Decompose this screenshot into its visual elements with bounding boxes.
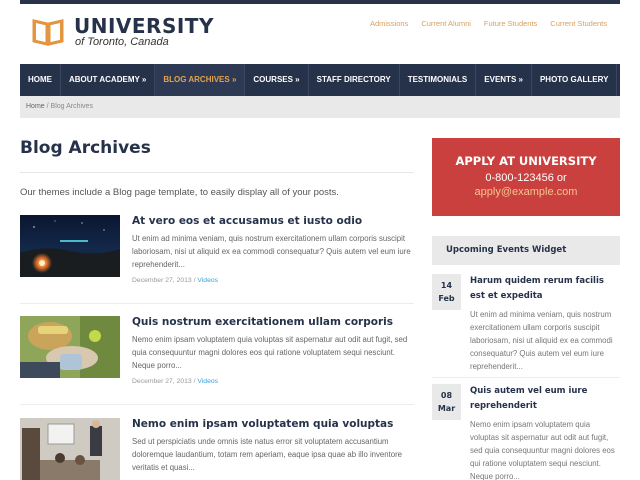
event-body: Harum quidem rerum facilis est et expedi… [470,274,620,373]
nav-item-testimonials[interactable]: TESTIMONIALS [400,64,477,96]
event-divider [432,377,620,378]
top-links: Admissions Current Alumni Future Student… [370,19,607,28]
post-category-link[interactable]: Videos [197,378,218,385]
post-body: Nemo enim ipsam voluptatem quia voluptas… [132,418,414,474]
post-title-link[interactable]: Quis nostrum exercitationem ullam corpor… [132,316,414,328]
post-thumbnail-workshop[interactable] [20,316,120,378]
top-link-current-students[interactable]: Current Students [550,19,607,28]
site-subtitle: of Toronto, Canada [75,36,169,48]
post-date: December 27, 2013 [132,277,192,284]
post-title-link[interactable]: At vero eos et accusamus et iusto odio [132,215,414,227]
post-body: At vero eos et accusamus et iusto odio U… [132,215,414,284]
event-title-link[interactable]: Harum quidem rerum facilis est et expedi… [470,274,620,304]
event-date-badge: 08 Mar [432,384,461,420]
post-excerpt: Nemo enim ipsam voluptatem quia voluptas… [132,335,408,370]
top-link-current-alumni[interactable]: Current Alumni [421,19,471,28]
event-month: Mar [437,404,456,413]
top-accent-bar [20,0,620,4]
post-category-link[interactable]: Videos [197,277,218,284]
post-divider [20,404,414,405]
event-day: 14 [440,281,453,290]
post-meta: December 27, 2013 / Videos [132,378,219,385]
post-date: December 27, 2013 [132,378,192,385]
apply-title: APPLY AT UNIVERSITY [455,154,597,168]
page-intro: Our themes include a Blog page template,… [20,187,339,198]
post-divider [20,303,414,304]
post-thumbnail-campfire-night[interactable] [20,215,120,277]
event-day: 08 [440,391,453,400]
nav-item-photo-gallery[interactable]: PHOTO GALLERY [532,64,618,96]
site-title[interactable]: UNIVERSITY [74,14,214,38]
post-excerpt: Ut enim ad minima veniam, quis nostrum e… [132,234,411,269]
event-title-link[interactable]: Quis autem vel eum iure reprehenderit [470,384,620,414]
event-month: Feb [438,294,455,303]
event-excerpt: Nemo enim ipsam voluptatem quia voluptas… [470,420,615,480]
nav-item-staff-directory[interactable]: STAFF DIRECTORY [309,64,400,96]
breadcrumb-home-link[interactable]: Home [26,103,45,110]
title-divider [20,172,414,173]
post-body: Quis nostrum exercitationem ullam corpor… [132,316,414,385]
apply-box: APPLY AT UNIVERSITY 0-800-123456 or appl… [432,138,620,216]
top-link-admissions[interactable]: Admissions [370,19,408,28]
nav-item-courses[interactable]: COURSES » [245,64,309,96]
post-thumbnail-classroom[interactable] [20,418,120,480]
post-excerpt: Sed ut perspiciatis unde omnis iste natu… [132,437,403,472]
event-body: Quis autem vel eum iure reprehenderit Ne… [470,384,620,480]
top-link-future-students[interactable]: Future Students [484,19,537,28]
post-title-link[interactable]: Nemo enim ipsam voluptatem quia voluptas [132,418,414,430]
nav-item-events[interactable]: EVENTS » [476,64,532,96]
post-meta: December 27, 2013 / Videos [132,277,219,284]
breadcrumb-current: Blog Archives [50,103,93,110]
book-logo-icon[interactable] [32,18,64,46]
apply-email-link[interactable]: apply@example.com [432,186,620,198]
event-excerpt: Ut enim ad minima veniam, quis nostrum e… [470,310,613,371]
apply-phone: 0-800-123456 or [485,172,567,184]
nav-item-about-academy[interactable]: ABOUT ACADEMY » [61,64,156,96]
page-title: Blog Archives [20,138,151,158]
breadcrumb: Home / Blog Archives [20,96,620,118]
nav-item-home[interactable]: HOME [20,64,61,96]
nav-item-blog-archives[interactable]: BLOG ARCHIVES » [155,64,246,96]
events-widget-title: Upcoming Events Widget [432,236,620,265]
event-date-badge: 14 Feb [432,274,461,310]
main-nav: HOME ABOUT ACADEMY » BLOG ARCHIVES » COU… [20,64,620,96]
